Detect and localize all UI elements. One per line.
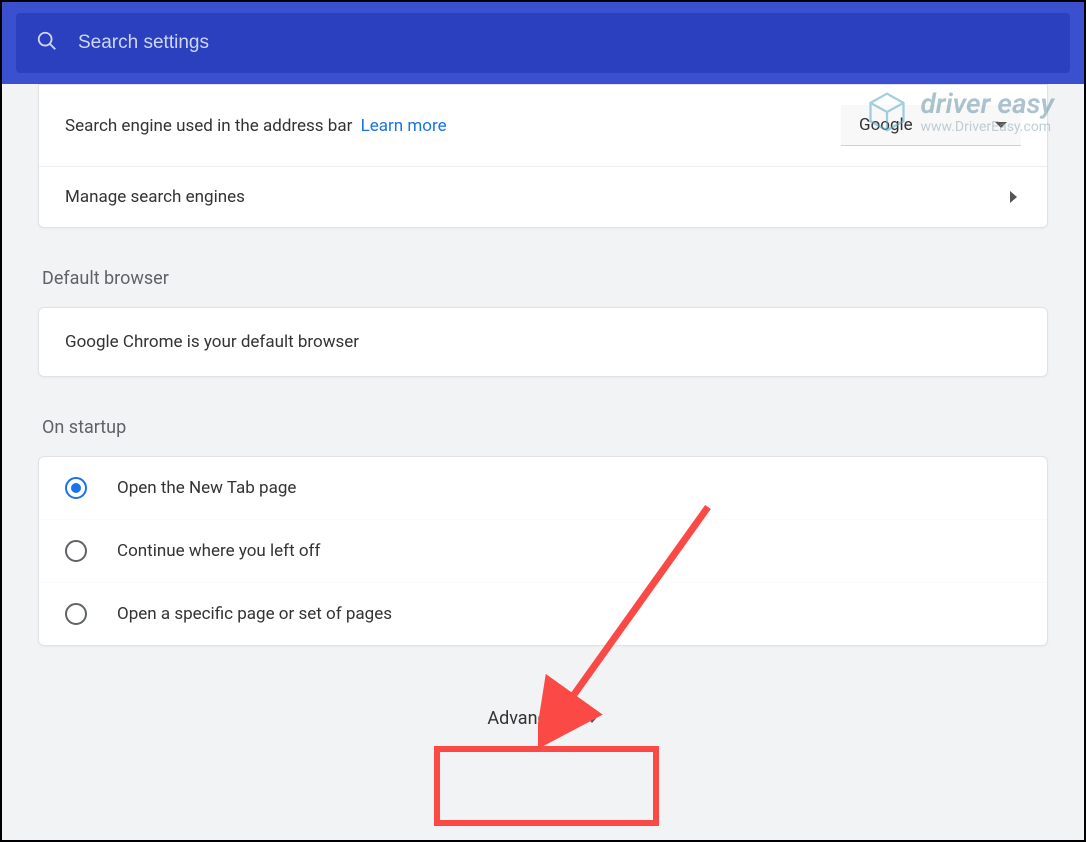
search-input[interactable]: [78, 32, 1050, 54]
startup-option-label: Open a specific page or set of pages: [117, 604, 392, 624]
startup-option-label: Open the New Tab page: [117, 478, 296, 498]
startup-option-continue[interactable]: Continue where you left off: [39, 519, 1047, 582]
startup-option-specific[interactable]: Open a specific page or set of pages: [39, 582, 1047, 645]
radio-icon: [65, 477, 87, 499]
default-browser-text: Google Chrome is your default browser: [65, 332, 359, 352]
advanced-label: Advanced: [487, 708, 566, 729]
advanced-button[interactable]: Advanced: [449, 686, 636, 751]
search-engine-row: Search engine used in the address bar Le…: [39, 85, 1047, 166]
search-settings-box[interactable]: [16, 13, 1070, 73]
manage-search-engines-row[interactable]: Manage search engines: [39, 166, 1047, 227]
radio-icon: [65, 540, 87, 562]
default-browser-card: Google Chrome is your default browser: [38, 307, 1048, 377]
search-engine-select[interactable]: Google: [841, 105, 1021, 146]
on-startup-card: Open the New Tab page Continue where you…: [38, 456, 1048, 646]
search-engine-selected-value: Google: [859, 115, 913, 135]
search-engine-label: Search engine used in the address bar: [65, 116, 352, 136]
chevron-down-icon: [995, 122, 1007, 128]
search-engine-card: Search engine used in the address bar Le…: [38, 84, 1048, 228]
learn-more-link[interactable]: Learn more: [361, 116, 447, 136]
settings-content: Search engine used in the address bar Le…: [2, 84, 1084, 781]
settings-topbar: [2, 2, 1084, 84]
startup-option-new-tab[interactable]: Open the New Tab page: [39, 457, 1047, 519]
chevron-right-icon: [1010, 191, 1017, 203]
chevron-down-icon: [585, 715, 599, 723]
on-startup-heading: On startup: [42, 417, 1048, 438]
manage-search-engines-label: Manage search engines: [65, 187, 1010, 207]
search-icon: [36, 30, 58, 56]
radio-icon: [65, 603, 87, 625]
startup-option-label: Continue where you left off: [117, 541, 320, 561]
default-browser-heading: Default browser: [42, 268, 1048, 289]
